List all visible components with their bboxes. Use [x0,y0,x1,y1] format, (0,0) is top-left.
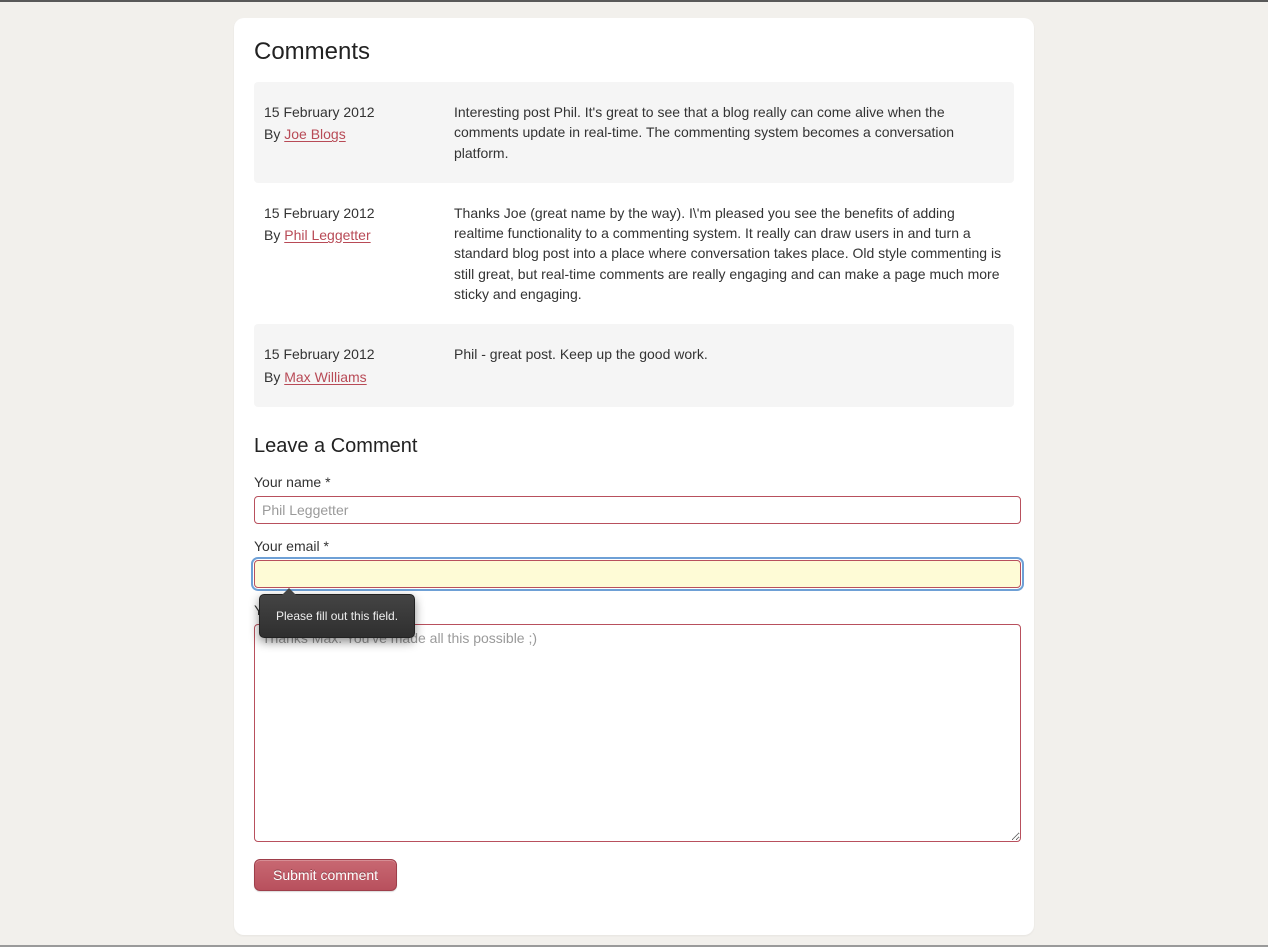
submit-comment-button[interactable]: Submit comment [254,859,397,891]
comment-byline: By Joe Blogs [264,124,454,144]
comment-body: Phil - great post. Keep up the good work… [454,344,1004,387]
comment-author-link[interactable]: Joe Blogs [284,126,345,142]
comments-title: Comments [254,38,1014,66]
validation-tooltip: Please fill out this field. [259,594,415,638]
name-input[interactable] [254,496,1021,524]
name-label: Your name * [254,474,1014,490]
comment-date: 15 February 2012 [264,344,454,364]
email-input[interactable] [254,560,1021,588]
comment-author-link[interactable]: Phil Leggetter [284,227,370,243]
by-prefix: By [264,369,284,385]
form-group-comment: Your comment * [254,602,1014,845]
comment-item: 15 February 2012 By Joe Blogs Interestin… [254,82,1014,183]
comment-body: Interesting post Phil. It's great to see… [454,102,1004,163]
comment-date: 15 February 2012 [264,203,454,223]
by-prefix: By [264,126,284,142]
comment-body: Thanks Joe (great name by the way). I\'m… [454,203,1004,304]
comment-author-link[interactable]: Max Williams [284,369,366,385]
form-group-name: Your name * [254,474,1014,524]
content-card: Comments 15 February 2012 By Joe Blogs I… [234,18,1034,935]
leave-comment-title: Leave a Comment [254,435,1014,458]
comment-meta: 15 February 2012 By Max Williams [264,344,454,387]
email-label: Your email * [254,538,1014,554]
comment-meta: 15 February 2012 By Phil Leggetter [264,203,454,304]
comment-byline: By Phil Leggetter [264,225,454,245]
comment-form: Your name * Your email * Please fill out… [254,474,1014,891]
comment-item: 15 February 2012 By Max Williams Phil - … [254,324,1014,407]
form-group-email: Your email * Please fill out this field. [254,538,1014,588]
comment-textarea[interactable] [254,624,1021,842]
page-outer: Comments 15 February 2012 By Joe Blogs I… [0,2,1268,947]
comments-list: 15 February 2012 By Joe Blogs Interestin… [254,82,1014,407]
comment-byline: By Max Williams [264,367,454,387]
comment-item: 15 February 2012 By Phil Leggetter Thank… [254,183,1014,324]
by-prefix: By [264,227,284,243]
comment-date: 15 February 2012 [264,102,454,122]
comment-meta: 15 February 2012 By Joe Blogs [264,102,454,163]
